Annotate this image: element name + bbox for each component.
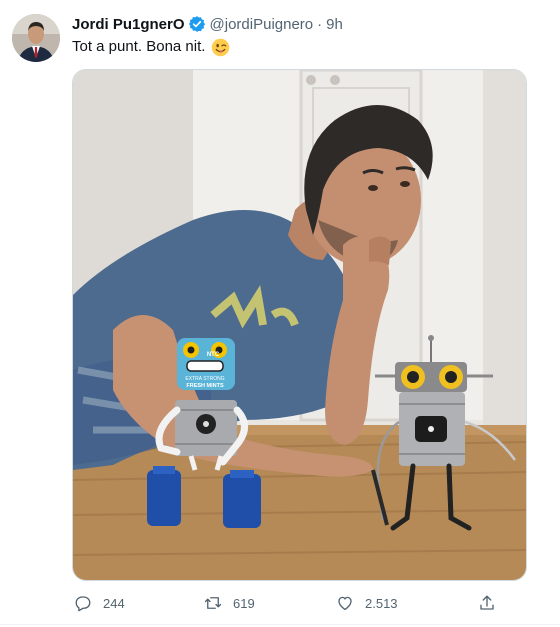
tweet-photo[interactable]: EXTRA STRONG FRESH MINTS NTC [72,69,527,581]
user-handle[interactable]: @jordiPuignero [210,16,314,33]
avatar[interactable] [12,14,60,62]
tweet-text-content: Tot a punt. Bona nit. [72,38,206,55]
share-button[interactable] [478,590,496,616]
verified-badge-icon [188,15,206,33]
like-button[interactable]: 2.513 [336,590,398,616]
reply-button[interactable]: 244 [74,590,125,616]
tweet-divider [0,624,560,625]
photo-scene: EXTRA STRONG FRESH MINTS NTC [73,70,526,580]
like-count: 2.513 [365,595,398,611]
sticker-line-3: FRESH MINTS [186,383,224,389]
reply-icon [75,596,91,612]
sticker-line-1: NTC [207,352,220,358]
sticker-line-2: EXTRA STRONG [185,376,224,382]
reply-count: 244 [103,595,125,611]
share-icon [480,595,494,610]
display-name[interactable]: Jordi Pu1gnerO [72,16,185,33]
heart-icon [338,596,352,611]
tweet-text: Tot a punt. Bona nit. [72,37,230,57]
tweet[interactable]: Jordi Pu1gnerO @jordiPuignero · 9h Tot a… [0,0,560,627]
winking-face-icon [211,38,230,57]
retweet-count: 619 [233,595,255,611]
separator-dot: · [317,15,323,33]
retweet-icon [204,597,222,609]
tweet-header: Jordi Pu1gnerO @jordiPuignero · 9h [72,14,343,34]
retweet-button[interactable]: 619 [204,590,255,616]
timestamp[interactable]: 9h [326,16,343,33]
tweet-actions: 244 619 2.513 [72,590,512,616]
